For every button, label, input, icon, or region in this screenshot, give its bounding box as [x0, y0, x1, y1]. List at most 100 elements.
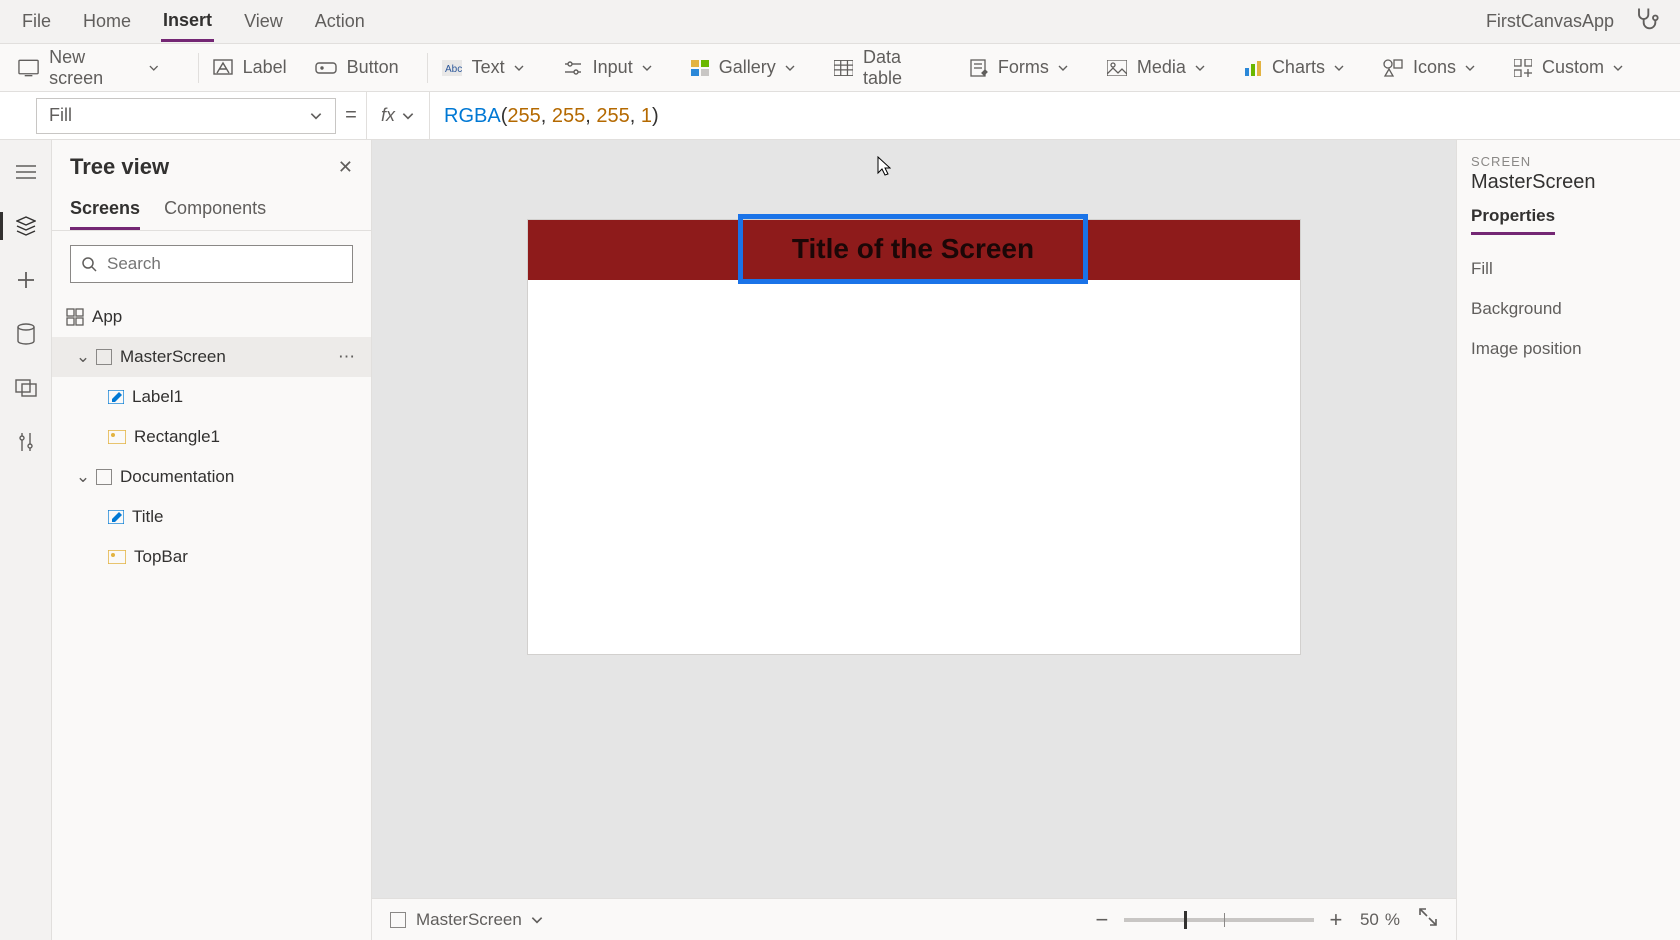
property-selector[interactable]: Fill — [36, 98, 336, 134]
text-dropdown[interactable]: Abc Text — [442, 57, 535, 78]
data-table-label: Data table — [863, 47, 942, 89]
rail-tree-view-icon[interactable] — [8, 208, 44, 244]
icons-dropdown[interactable]: Icons — [1383, 57, 1486, 78]
properties-panel: SCREEN MasterScreen Properties Fill Back… — [1456, 140, 1680, 940]
fullscreen-icon[interactable] — [1418, 907, 1438, 932]
chevron-down-icon — [148, 62, 160, 74]
menu-bar: File Home Insert View Action FirstCanvas… — [0, 0, 1680, 44]
tab-components[interactable]: Components — [164, 190, 266, 230]
menu-home[interactable]: Home — [81, 3, 133, 40]
gallery-label: Gallery — [719, 57, 776, 78]
properties-kind-label: SCREEN — [1471, 154, 1680, 169]
menu-action[interactable]: Action — [313, 3, 367, 40]
chevron-down-icon — [1612, 62, 1624, 74]
new-screen-label: New screen — [49, 47, 140, 89]
custom-dropdown[interactable]: Custom — [1514, 57, 1634, 78]
data-table-button[interactable]: Data table — [834, 47, 942, 89]
insert-ribbon: New screen Label Button Abc Text Input G… — [0, 44, 1680, 92]
zoom-control: − + 50 % — [1090, 907, 1438, 933]
rail-insert-icon[interactable] — [8, 262, 44, 298]
zoom-thumb[interactable] — [1184, 911, 1187, 929]
chevron-down-icon — [309, 109, 323, 123]
tree-node-rectangle1[interactable]: Rectangle1 — [52, 417, 371, 457]
status-checkbox[interactable] — [390, 912, 406, 928]
charts-dropdown[interactable]: Charts — [1244, 57, 1355, 78]
chevron-down-icon[interactable] — [530, 913, 544, 927]
chevron-down-icon — [784, 62, 796, 74]
status-screen-name[interactable]: MasterScreen — [416, 910, 522, 930]
tree-node-app[interactable]: App — [52, 297, 371, 337]
label-icon — [108, 390, 124, 404]
button-button[interactable]: Button — [315, 57, 399, 78]
property-row-fill[interactable]: Fill — [1471, 249, 1680, 289]
property-row-background[interactable]: Background — [1471, 289, 1680, 329]
tree-node-topbar[interactable]: TopBar — [52, 537, 371, 577]
canvas[interactable]: Title of the Screen — [372, 140, 1456, 898]
input-label: Input — [593, 57, 633, 78]
new-screen-button[interactable]: New screen — [18, 47, 170, 89]
chevron-down-icon — [513, 62, 525, 74]
app-name: FirstCanvasApp — [1486, 11, 1614, 32]
app-checker-icon[interactable] — [1632, 5, 1660, 38]
media-dropdown[interactable]: Media — [1107, 57, 1216, 78]
left-rail — [0, 140, 52, 940]
more-icon[interactable]: ⋯ — [338, 347, 355, 367]
menu-view[interactable]: View — [242, 3, 285, 40]
zoom-in-button[interactable]: + — [1324, 907, 1348, 933]
label-label: Label — [243, 57, 287, 78]
rail-media-icon[interactable] — [8, 370, 44, 406]
tree-node-title[interactable]: Title — [52, 497, 371, 537]
properties-object-name: MasterScreen — [1471, 171, 1680, 194]
tab-screens[interactable]: Screens — [70, 190, 140, 230]
tree-node-masterscreen[interactable]: ⌄ MasterScreen ⋯ — [52, 337, 371, 377]
properties-tab[interactable]: Properties — [1471, 206, 1555, 235]
menu-insert[interactable]: Insert — [161, 2, 214, 42]
tree-node-label1[interactable]: Label1 — [52, 377, 371, 417]
tree-search[interactable] — [70, 245, 353, 283]
tree-node-label: Documentation — [120, 467, 234, 487]
svg-text:Abc: Abc — [445, 64, 462, 75]
search-input[interactable] — [105, 253, 342, 275]
custom-label: Custom — [1542, 57, 1604, 78]
tree-node-label: MasterScreen — [120, 347, 226, 367]
gallery-dropdown[interactable]: Gallery — [691, 57, 806, 78]
screen-preview[interactable]: Title of the Screen — [528, 220, 1300, 654]
tree-node-label: App — [92, 307, 122, 327]
text-label: Text — [472, 57, 505, 78]
tree-node-label: Title — [132, 507, 164, 527]
canvas-title-selection[interactable]: Title of the Screen — [738, 214, 1088, 284]
equals-sign: = — [336, 104, 366, 127]
chevron-down-icon — [1194, 62, 1206, 74]
zoom-value: 50 — [1360, 910, 1379, 930]
icons-label: Icons — [1413, 57, 1456, 78]
collapse-icon[interactable]: ⌄ — [74, 467, 92, 487]
fx-button[interactable]: fx — [366, 92, 430, 139]
chevron-down-icon — [401, 109, 415, 123]
checkbox[interactable] — [96, 469, 112, 485]
media-label: Media — [1137, 57, 1186, 78]
collapse-icon[interactable]: ⌄ — [74, 347, 92, 367]
rail-tools-icon[interactable] — [8, 424, 44, 460]
tree-node-label: Label1 — [132, 387, 183, 407]
button-label: Button — [347, 57, 399, 78]
rail-data-icon[interactable] — [8, 316, 44, 352]
menu-file[interactable]: File — [20, 3, 53, 40]
zoom-out-button[interactable]: − — [1090, 907, 1114, 933]
formula-input[interactable]: RGBA(255, 255, 255, 1) — [430, 103, 659, 128]
canvas-area: Title of the Screen MasterScreen − + 50 … — [372, 140, 1456, 940]
checkbox[interactable] — [96, 349, 112, 365]
chevron-down-icon — [641, 62, 653, 74]
property-row-image-position[interactable]: Image position — [1471, 329, 1680, 369]
close-icon[interactable]: ✕ — [338, 157, 353, 178]
forms-dropdown[interactable]: Forms — [970, 57, 1079, 78]
tree-view-panel: Tree view ✕ Screens Components App ⌄ Mas… — [52, 140, 372, 940]
rail-hamburger-icon[interactable] — [8, 154, 44, 190]
app-icon — [66, 308, 84, 326]
label-button[interactable]: Label — [213, 57, 287, 78]
tree-node-documentation[interactable]: ⌄ Documentation — [52, 457, 371, 497]
zoom-slider[interactable] — [1124, 918, 1314, 922]
property-name: Fill — [49, 105, 72, 126]
label-icon — [108, 510, 124, 524]
zoom-pct: % — [1385, 910, 1400, 930]
input-dropdown[interactable]: Input — [563, 57, 663, 78]
